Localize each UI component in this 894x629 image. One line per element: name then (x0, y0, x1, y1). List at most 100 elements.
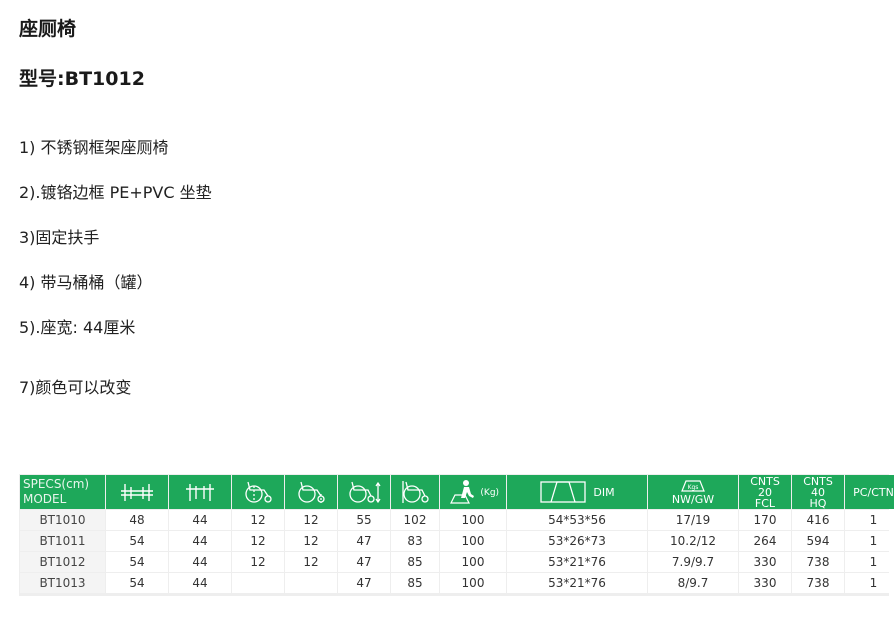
table-cell: 330 (739, 573, 791, 593)
table-cell: 48 (106, 510, 168, 530)
max-user-weight-icon (449, 480, 474, 504)
feature-item: 2).镀铬边框 PE+PVC 坐垫 (19, 183, 212, 202)
overall-width-header (106, 475, 168, 509)
wheelchair-length-icon (402, 481, 429, 503)
cnts20-type: FCL (754, 496, 776, 510)
table-cell: 264 (739, 531, 791, 551)
table-cell: 102 (391, 510, 439, 530)
kgs-label: Kgs (688, 484, 699, 491)
table-cell: 170 (739, 510, 791, 530)
table-cell: 100 (440, 552, 506, 572)
seat-width-icon (186, 484, 214, 501)
front-wheel-header (285, 475, 337, 509)
cnts40-label: CNTS (803, 474, 833, 488)
height-header (338, 475, 390, 509)
table-cell: 44 (169, 510, 231, 530)
table-cell: 44 (169, 552, 231, 572)
specs-model-header: SPECS(cm) MODEL (20, 475, 105, 509)
feature-item: 4) 带马桶桶（罐） (19, 273, 153, 292)
rear-wheel-header (232, 475, 284, 509)
dim-label: DIM (593, 485, 615, 499)
table-cell: 55 (338, 510, 390, 530)
feature-item: 5).座宽: 44厘米 (19, 318, 136, 337)
table-cell: 1 (845, 573, 894, 593)
model-cell: BT1013 (20, 573, 105, 593)
spec-table: SPECS(cm) MODEL (Kg) DIM Kgs NW/GW CNTS … (19, 474, 894, 596)
table-cell: 54 (106, 531, 168, 551)
cnts40-type: HQ (809, 496, 827, 510)
cnts40-size: 40 (811, 485, 825, 499)
table-cell: 54*53*56 (507, 510, 647, 530)
table-cell: 83 (391, 531, 439, 551)
max-weight-header: (Kg) (440, 475, 506, 509)
cnts20-size: 20 (758, 485, 772, 499)
model-cell: BT1012 (20, 552, 105, 572)
product-title: 座厕椅 (19, 18, 77, 40)
table-cell: 54 (106, 573, 168, 593)
wheelchair-front-wheel-icon (298, 481, 325, 503)
table-cell: 53*26*73 (507, 531, 647, 551)
table-cell: 44 (169, 531, 231, 551)
table-cell: 12 (232, 531, 284, 551)
table-cell: 44 (169, 573, 231, 593)
length-header (391, 475, 439, 509)
table-row: BT1013 54 44 47 85 100 53*21*76 8/9.7 330 738 1 (20, 573, 894, 593)
feature-item: 3)固定扶手 (19, 228, 100, 247)
table-cell: 53*21*76 (507, 573, 647, 593)
table-cell: 17/19 (648, 510, 738, 530)
kg-unit-label: (Kg) (480, 488, 500, 498)
table-cell: 53*21*76 (507, 552, 647, 572)
table-cell: 85 (391, 573, 439, 593)
table-row: BT1010 48 44 12 12 55 102 100 54*53*56 17/19 170 41… (20, 510, 894, 530)
cnts20-label: CNTS (750, 474, 780, 488)
table-cell: 100 (440, 573, 506, 593)
table-cell: 1 (845, 510, 894, 530)
table-cell: 8/9.7 (648, 573, 738, 593)
model-cell: BT1010 (20, 510, 105, 530)
table-cell: 54 (106, 552, 168, 572)
pcctn-header: PC/CTN (845, 475, 894, 509)
table-header-row: SPECS(cm) MODEL (Kg) DIM Kgs NW/GW CNTS … (20, 475, 894, 509)
table-cell: 7.9/9.7 (648, 552, 738, 572)
model-label: MODEL (23, 492, 67, 506)
table-cell: 12 (232, 510, 284, 530)
table-cell (285, 573, 337, 593)
table-cell: 12 (232, 552, 284, 572)
overall-width-icon (121, 484, 153, 501)
table-cell: 100 (440, 531, 506, 551)
table-cell: 10.2/12 (648, 531, 738, 551)
carton-dimension-icon (540, 481, 587, 503)
nwgw-label: NW/GW (671, 493, 715, 506)
model-number: 型号:BT1012 (19, 68, 145, 90)
table-cell: 594 (792, 531, 844, 551)
table-cell: 738 (792, 573, 844, 593)
cnts40-header: CNTS 40 HQ (792, 475, 844, 509)
feature-item: 7)颜色可以改变 (19, 378, 132, 397)
seat-width-header (169, 475, 231, 509)
table-cell (232, 573, 284, 593)
table-cell: 47 (338, 531, 390, 551)
table-cell: 1 (845, 552, 894, 572)
specs-label: SPECS(cm) (23, 477, 90, 491)
weight-scale-icon: Kgs (681, 480, 705, 492)
table-cell: 100 (440, 510, 506, 530)
table-cell: 330 (739, 552, 791, 572)
feature-item: 1) 不锈钢框架座厕椅 (19, 138, 169, 157)
table-cell: 12 (285, 510, 337, 530)
table-cell: 12 (285, 531, 337, 551)
model-cell: BT1011 (20, 531, 105, 551)
table-cell: 1 (845, 531, 894, 551)
table-cell: 47 (338, 552, 390, 572)
table-cell: 12 (285, 552, 337, 572)
cnts20-header: CNTS 20 FCL (739, 475, 791, 509)
table-row: BT1011 54 44 12 12 47 83 100 53*26*73 10.2/12 264 5… (20, 531, 894, 551)
spec-table-grid: SPECS(cm) MODEL (Kg) DIM Kgs NW/GW CNTS … (19, 474, 894, 594)
wheelchair-rear-wheel-icon (245, 481, 272, 503)
table-cell: 738 (792, 552, 844, 572)
table-cell: 416 (792, 510, 844, 530)
table-cell: 47 (338, 573, 390, 593)
carton-dim-header: DIM (507, 475, 647, 509)
table-cell: 85 (391, 552, 439, 572)
table-row: BT1012 54 44 12 12 47 85 100 53*21*76 7.9/9.7 330 7… (20, 552, 894, 572)
weight-header: Kgs NW/GW (648, 475, 738, 509)
